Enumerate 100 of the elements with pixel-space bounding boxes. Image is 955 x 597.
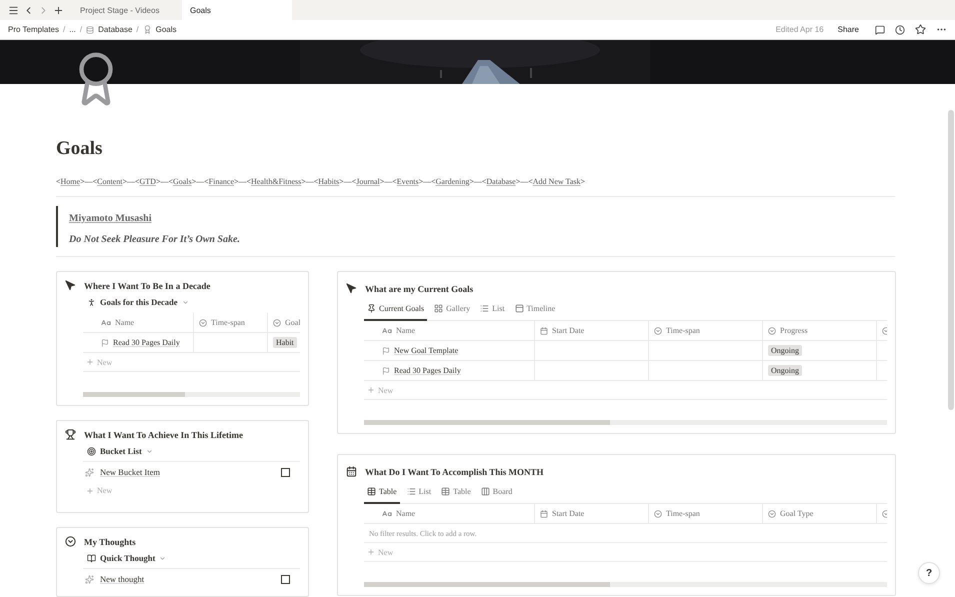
nav-link[interactable]: Home: [60, 177, 80, 186]
list-item[interactable]: New Bucket Item: [100, 467, 160, 477]
award-icon: [142, 25, 152, 34]
page-title: Goals: [56, 138, 104, 160]
star-icon[interactable]: [915, 24, 926, 35]
select-icon: [654, 510, 662, 518]
column-header[interactable]: Time-span: [648, 321, 762, 340]
trophy-icon: [65, 429, 76, 440]
view-selector[interactable]: Goals for this Decade: [87, 297, 300, 307]
nav-link[interactable]: Journal: [356, 177, 380, 186]
nav-link[interactable]: Finance: [208, 177, 234, 186]
calendar-icon: [540, 326, 548, 334]
view-tab[interactable]: Table: [438, 483, 474, 504]
pin-icon: [367, 304, 376, 313]
column-header[interactable]: Goal Type: [762, 504, 876, 523]
column-header[interactable]: Name: [364, 504, 534, 523]
row-title[interactable]: Read 30 Pages Daily: [394, 366, 461, 375]
text-type-icon: [382, 326, 392, 336]
nav-link[interactable]: Add New Task: [532, 177, 580, 186]
flag-icon: [382, 366, 390, 374]
grid-icon: [434, 304, 444, 313]
column-header[interactable]: Time-span: [193, 313, 267, 332]
figure-icon: [87, 298, 96, 306]
scrollbar[interactable]: [364, 582, 887, 587]
share-button[interactable]: Share: [838, 25, 859, 34]
column-header[interactable]: Progress: [762, 321, 876, 340]
column-header[interactable]: Start Date: [534, 321, 648, 340]
chevron-icon: [159, 554, 166, 562]
row-title[interactable]: New Goal Template: [394, 346, 458, 355]
column-header[interactable]: Time-span: [648, 504, 762, 523]
breadcrumb-link[interactable]: Pro Templates: [8, 25, 59, 34]
select-icon: [768, 510, 776, 518]
menu-icon[interactable]: [8, 4, 19, 16]
nav-link[interactable]: Database: [486, 177, 516, 186]
chevron-icon: [146, 448, 153, 454]
table-icon: [367, 487, 376, 496]
table-icon: [441, 487, 450, 496]
flag-icon: [382, 346, 390, 354]
view-tab[interactable]: Board: [478, 483, 516, 504]
timeline-icon: [514, 304, 524, 313]
breadcrumb-link[interactable]: Goals: [156, 25, 177, 34]
sparkle-icon: [85, 468, 94, 476]
edited-date: Edited Apr 16: [776, 25, 824, 34]
help-button[interactable]: ?: [918, 562, 940, 584]
book-icon: [87, 554, 96, 562]
flag-icon: [101, 338, 109, 346]
list-item[interactable]: New thought: [100, 574, 144, 584]
status-tag: Habit: [273, 337, 297, 348]
calendar-icon: [540, 510, 548, 518]
column-header[interactable]: Goal: [267, 313, 300, 332]
plus-icon: [367, 548, 375, 556]
breadcrumb-separator: /: [136, 25, 139, 34]
column-header[interactable]: Start Date: [534, 504, 648, 523]
nav-link[interactable]: Goals: [172, 177, 192, 186]
view-selector[interactable]: Quick Thought: [87, 553, 300, 563]
calendar-icon: [346, 466, 357, 477]
status-tag: Ongoing: [768, 365, 802, 376]
list-icon: [480, 304, 490, 313]
view-tab[interactable]: List: [477, 300, 508, 321]
comment-icon[interactable]: [875, 24, 885, 34]
scrollbar[interactable]: [364, 420, 887, 425]
column-header[interactable]: Name: [83, 313, 193, 332]
nav-link[interactable]: Gardening: [436, 177, 470, 186]
list-icon: [406, 487, 416, 496]
target-icon: [87, 446, 96, 456]
scrollbar[interactable]: [948, 110, 954, 410]
browser-tab[interactable]: Goals: [182, 0, 292, 20]
nav-link[interactable]: Events: [396, 177, 419, 186]
database-icon: [86, 26, 94, 34]
view-tab[interactable]: Gallery: [431, 300, 474, 321]
quote-author[interactable]: Miyamoto Musashi: [69, 213, 152, 224]
navigation-links: <Home>—<Content>—<GTD>—<Goals>—<Finance>—<Health&Fitness>—<Habits>—<Journal>—<Events>—<Gardening>—<Database>—<Add New Task>: [56, 176, 586, 187]
nav-link[interactable]: GTD: [139, 177, 156, 186]
view-selector[interactable]: Bucket List: [87, 446, 300, 456]
card-title: Where I Want To Be In a Decade: [84, 280, 210, 290]
chevron-icon: [182, 298, 189, 306]
card-title: What Do I Want To Accomplish This MONTH: [365, 466, 544, 476]
checkbox[interactable]: [281, 574, 290, 584]
arrow-icon: [346, 283, 357, 294]
card-title: What I Want To Achieve In This Lifetime: [84, 430, 243, 440]
breadcrumb-link[interactable]: ...: [69, 25, 76, 34]
nav-link[interactable]: Habits: [318, 177, 340, 186]
view-tab[interactable]: Table: [364, 483, 400, 504]
plus-icon: [367, 386, 375, 394]
view-tab[interactable]: Current Goals: [364, 300, 428, 321]
text-type-icon: [101, 318, 111, 328]
breadcrumb-link[interactable]: Database: [98, 25, 132, 34]
checkbox[interactable]: [281, 468, 290, 476]
clock-icon[interactable]: [895, 24, 905, 34]
plus-icon[interactable]: [53, 4, 64, 16]
view-tab[interactable]: Timeline: [512, 300, 558, 321]
select-icon: [768, 326, 776, 334]
plus-icon: [86, 486, 94, 494]
view-tab[interactable]: List: [404, 483, 434, 504]
nav-link[interactable]: Content: [97, 177, 122, 186]
column-header[interactable]: Name: [364, 321, 534, 340]
select-icon: [654, 326, 662, 334]
scrollbar[interactable]: [83, 392, 300, 397]
row-title[interactable]: Read 30 Pages Daily: [113, 338, 180, 347]
nav-link[interactable]: Health&Fitness: [251, 177, 302, 186]
